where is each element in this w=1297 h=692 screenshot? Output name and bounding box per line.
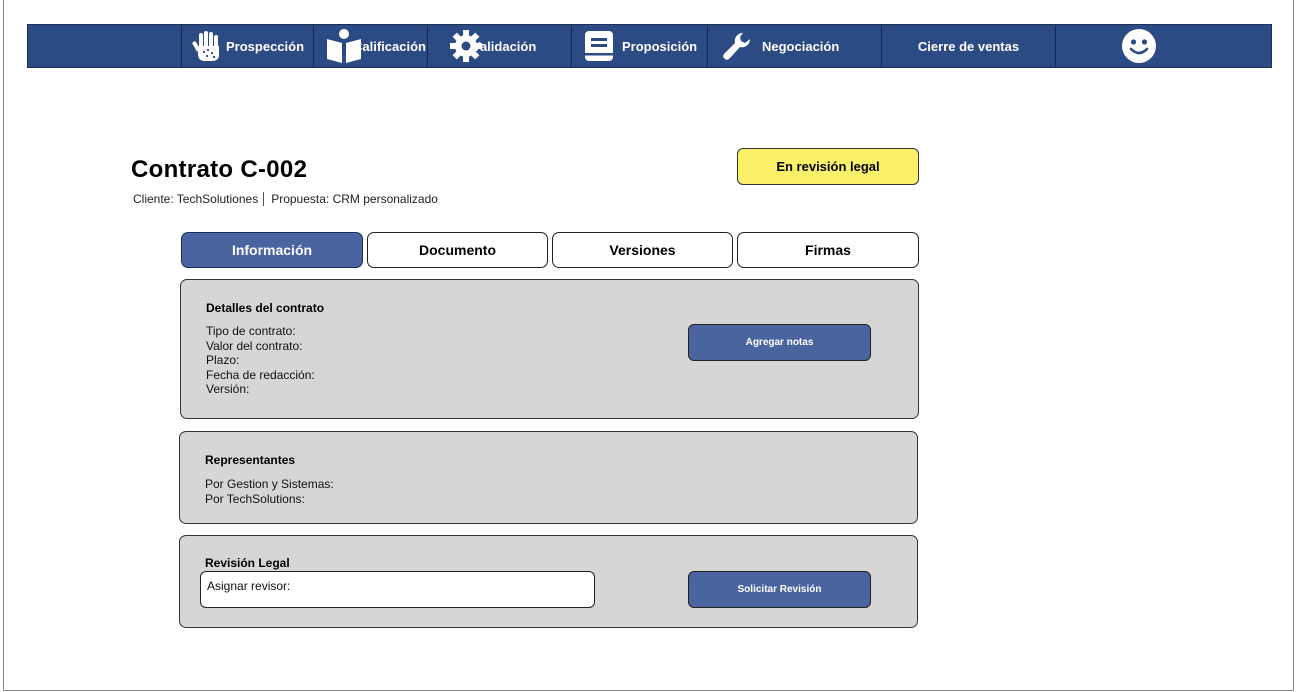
field-label-rep-gestion: Por Gestion y Sistemas: [205, 477, 334, 491]
smiley-face-icon [1121, 28, 1157, 64]
field-label-contract-type: Tipo de contrato: [206, 324, 296, 338]
panel-heading: Detalles del contrato [206, 301, 325, 315]
tab-firmas[interactable]: Firmas [737, 232, 919, 268]
wrench-icon [722, 31, 752, 61]
nav-item-calificacion[interactable]: Calificación [325, 25, 427, 67]
nav-item-prospeccion[interactable]: Prospección [192, 25, 312, 67]
nav-separator [571, 25, 572, 67]
top-navbar: Prospección Calificación Validación Prop… [27, 24, 1272, 68]
book-icon [584, 30, 614, 62]
request-review-button[interactable]: Solicitar Revisión [688, 571, 871, 608]
nav-separator [427, 25, 428, 67]
panel-heading: Representantes [205, 453, 296, 467]
nav-item-cierre-de-ventas[interactable]: Cierre de ventas [882, 25, 1055, 67]
status-badge: En revisión legal [737, 148, 919, 185]
nav-item-label: Proposición [622, 38, 698, 54]
nav-separator [1055, 25, 1056, 67]
assign-reviewer-input[interactable]: Asignar revisor: [200, 571, 595, 608]
nav-separator [313, 25, 314, 67]
nav-item-proposicion[interactable]: Proposición [584, 25, 706, 67]
contract-subtitle: Cliente: TechSolutiones Propuesta: CRM p… [133, 192, 438, 206]
panel-heading: Revisión Legal [205, 556, 290, 570]
divider [263, 192, 265, 206]
proposal-label: Propuesta: CRM personalizado [271, 192, 438, 206]
nav-separator [181, 25, 182, 67]
reading-person-icon [325, 27, 363, 65]
field-label-term: Plazo: [206, 353, 240, 367]
nav-item-label: Cierre de ventas [917, 38, 1020, 54]
field-label-rep-techsolutions: Por TechSolutions: [205, 491, 305, 506]
hand-icon [192, 29, 226, 63]
nav-item-label: Negociación [762, 38, 840, 54]
tab-documento[interactable]: Documento [367, 232, 548, 268]
profile-button[interactable] [1119, 25, 1159, 67]
legal-review-panel: Revisión Legal Asignar revisor: Solicita… [179, 535, 918, 628]
page-title: Contrato C-002 [131, 156, 308, 183]
field-label-draft-date: Fecha de redacción: [206, 367, 315, 382]
field-label-contract-value: Valor del contrato: [206, 338, 303, 353]
nav-item-label: Calificación [353, 38, 426, 54]
nav-item-negociacion[interactable]: Negociación [722, 25, 880, 67]
contract-details-panel: Detalles del contrato Tipo de contrato: … [180, 279, 919, 419]
gear-icon [450, 30, 482, 62]
client-label: Cliente: TechSolutiones [133, 192, 259, 206]
nav-separator [707, 25, 708, 67]
tab-informacion[interactable]: Información [181, 232, 363, 268]
tab-versiones[interactable]: Versiones [552, 232, 733, 268]
representatives-panel: Representantes Por Gestion y Sistemas: P… [179, 431, 918, 524]
field-label-version: Versión: [206, 382, 250, 396]
add-notes-button[interactable]: Agregar notas [688, 324, 871, 361]
nav-item-label: Prospección [226, 38, 305, 54]
nav-item-validacion[interactable]: Validación [450, 25, 570, 67]
